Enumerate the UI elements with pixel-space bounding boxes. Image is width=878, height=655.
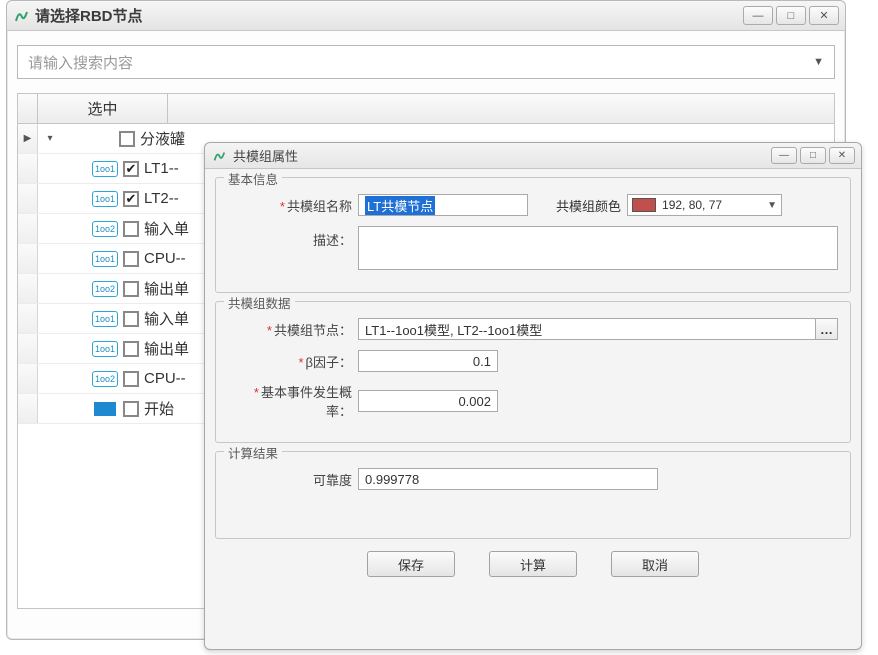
label-reliab: 可靠度 (228, 470, 358, 489)
app-icon (13, 8, 29, 24)
search-input[interactable]: 请输入搜索内容 ▼ (17, 45, 835, 79)
save-button[interactable]: 保存 (367, 551, 455, 577)
row-indicator (18, 184, 38, 213)
cancel-button[interactable]: 取消 (611, 551, 699, 577)
node-type-icon (90, 402, 120, 416)
node-type-icon: 1oo2 (90, 221, 120, 237)
label-beta: *β因子： (228, 352, 358, 371)
parent-titlebar: 请选择RBD节点 — □ ✕ (7, 1, 845, 31)
group-data-title: 共模组数据 (224, 293, 295, 312)
reliability-value: 0.999778 (365, 472, 419, 487)
row-indicator (18, 304, 38, 333)
label-prob: *基本事件发生概率： (228, 382, 358, 420)
search-placeholder: 请输入搜索内容 (28, 52, 133, 73)
desc-field[interactable] (358, 226, 838, 270)
modal-close-button[interactable]: ✕ (829, 147, 855, 164)
node-type-icon: 1oo1 (90, 251, 120, 267)
row-checkbox[interactable] (120, 341, 142, 357)
row-checkbox[interactable] (120, 311, 142, 327)
prob-field[interactable]: 0.002 (358, 390, 498, 412)
label-name: *共模组名称 (228, 196, 358, 215)
color-value: 192, 80, 77 (662, 198, 722, 212)
calc-button[interactable]: 计算 (489, 551, 577, 577)
modal-body: 基本信息 *共模组名称 LT共模节点 共模组颜色 192, 80, 77 ▼ (205, 169, 861, 585)
label-nodes: *共模组节点： (228, 320, 358, 339)
row-checkbox[interactable] (120, 251, 142, 267)
nodes-field[interactable]: LT1--1oo1模型, LT2--1oo1模型 … (358, 318, 838, 340)
row-checkbox[interactable] (120, 401, 142, 417)
modal-window-buttons: — □ ✕ (771, 147, 855, 164)
prob-value: 0.002 (458, 394, 491, 409)
node-type-icon: 1oo1 (90, 191, 120, 207)
row-indicator (18, 274, 38, 303)
row-indicator (18, 214, 38, 243)
parent-title: 请选择RBD节点 (35, 5, 743, 26)
expand-chevron-icon[interactable]: ▾ (38, 133, 62, 144)
parent-minimize-button[interactable]: — (743, 6, 773, 25)
node-type-icon: 1oo1 (90, 341, 120, 357)
parent-window-buttons: — □ ✕ (743, 6, 839, 25)
modal-window: 共模组属性 — □ ✕ 基本信息 *共模组名称 LT共模节点 共模组颜色 (204, 142, 862, 650)
group-result-title: 计算结果 (224, 443, 282, 462)
browse-button[interactable]: … (815, 319, 837, 339)
node-type-icon: 1oo2 (90, 371, 120, 387)
modal-titlebar: 共模组属性 — □ ✕ (205, 143, 861, 169)
row-indicator (18, 154, 38, 183)
chevron-down-icon: ▼ (767, 200, 777, 211)
modal-title: 共模组属性 (233, 146, 771, 165)
row-checkbox[interactable] (116, 131, 138, 147)
nodes-value: LT1--1oo1模型, LT2--1oo1模型 (365, 320, 542, 339)
node-type-icon: 1oo1 (90, 161, 120, 177)
beta-field[interactable]: 0.1 (358, 350, 498, 372)
row-checkbox[interactable] (120, 281, 142, 297)
modal-minimize-button[interactable]: — (771, 147, 797, 164)
row-checkbox[interactable] (120, 371, 142, 387)
color-swatch-icon (632, 198, 656, 212)
grid-header: 选中 (18, 94, 834, 124)
button-bar: 保存 计算 取消 (215, 551, 851, 577)
row-indicator (18, 394, 38, 423)
label-color: 共模组颜色 (556, 196, 621, 215)
modal-maximize-button[interactable]: □ (800, 147, 826, 164)
row-indicator: ▶ (18, 124, 38, 153)
node-type-icon: 1oo1 (90, 311, 120, 327)
label-desc: 描述： (228, 226, 358, 249)
group-data: 共模组数据 *共模组节点： LT1--1oo1模型, LT2--1oo1模型 …… (215, 301, 851, 443)
row-checkbox[interactable] (120, 221, 142, 237)
row-checkbox[interactable] (120, 191, 142, 207)
app-icon (211, 148, 227, 164)
group-basic-title: 基本信息 (224, 169, 282, 188)
node-type-icon: 1oo2 (90, 281, 120, 297)
name-field[interactable]: LT共模节点 (358, 194, 528, 216)
color-combo[interactable]: 192, 80, 77 ▼ (627, 194, 782, 216)
parent-maximize-button[interactable]: □ (776, 6, 806, 25)
row-indicator (18, 334, 38, 363)
row-indicator (18, 364, 38, 393)
reliability-field: 0.999778 (358, 468, 658, 490)
name-value: LT共模节点 (365, 196, 435, 215)
beta-value: 0.1 (473, 354, 491, 369)
row-checkbox[interactable] (120, 161, 142, 177)
parent-close-button[interactable]: ✕ (809, 6, 839, 25)
group-basic: 基本信息 *共模组名称 LT共模节点 共模组颜色 192, 80, 77 ▼ (215, 177, 851, 293)
dropdown-arrow-icon: ▼ (813, 56, 824, 68)
col-select: 选中 (38, 94, 168, 123)
row-indicator (18, 244, 38, 273)
group-result: 计算结果 可靠度 0.999778 (215, 451, 851, 539)
